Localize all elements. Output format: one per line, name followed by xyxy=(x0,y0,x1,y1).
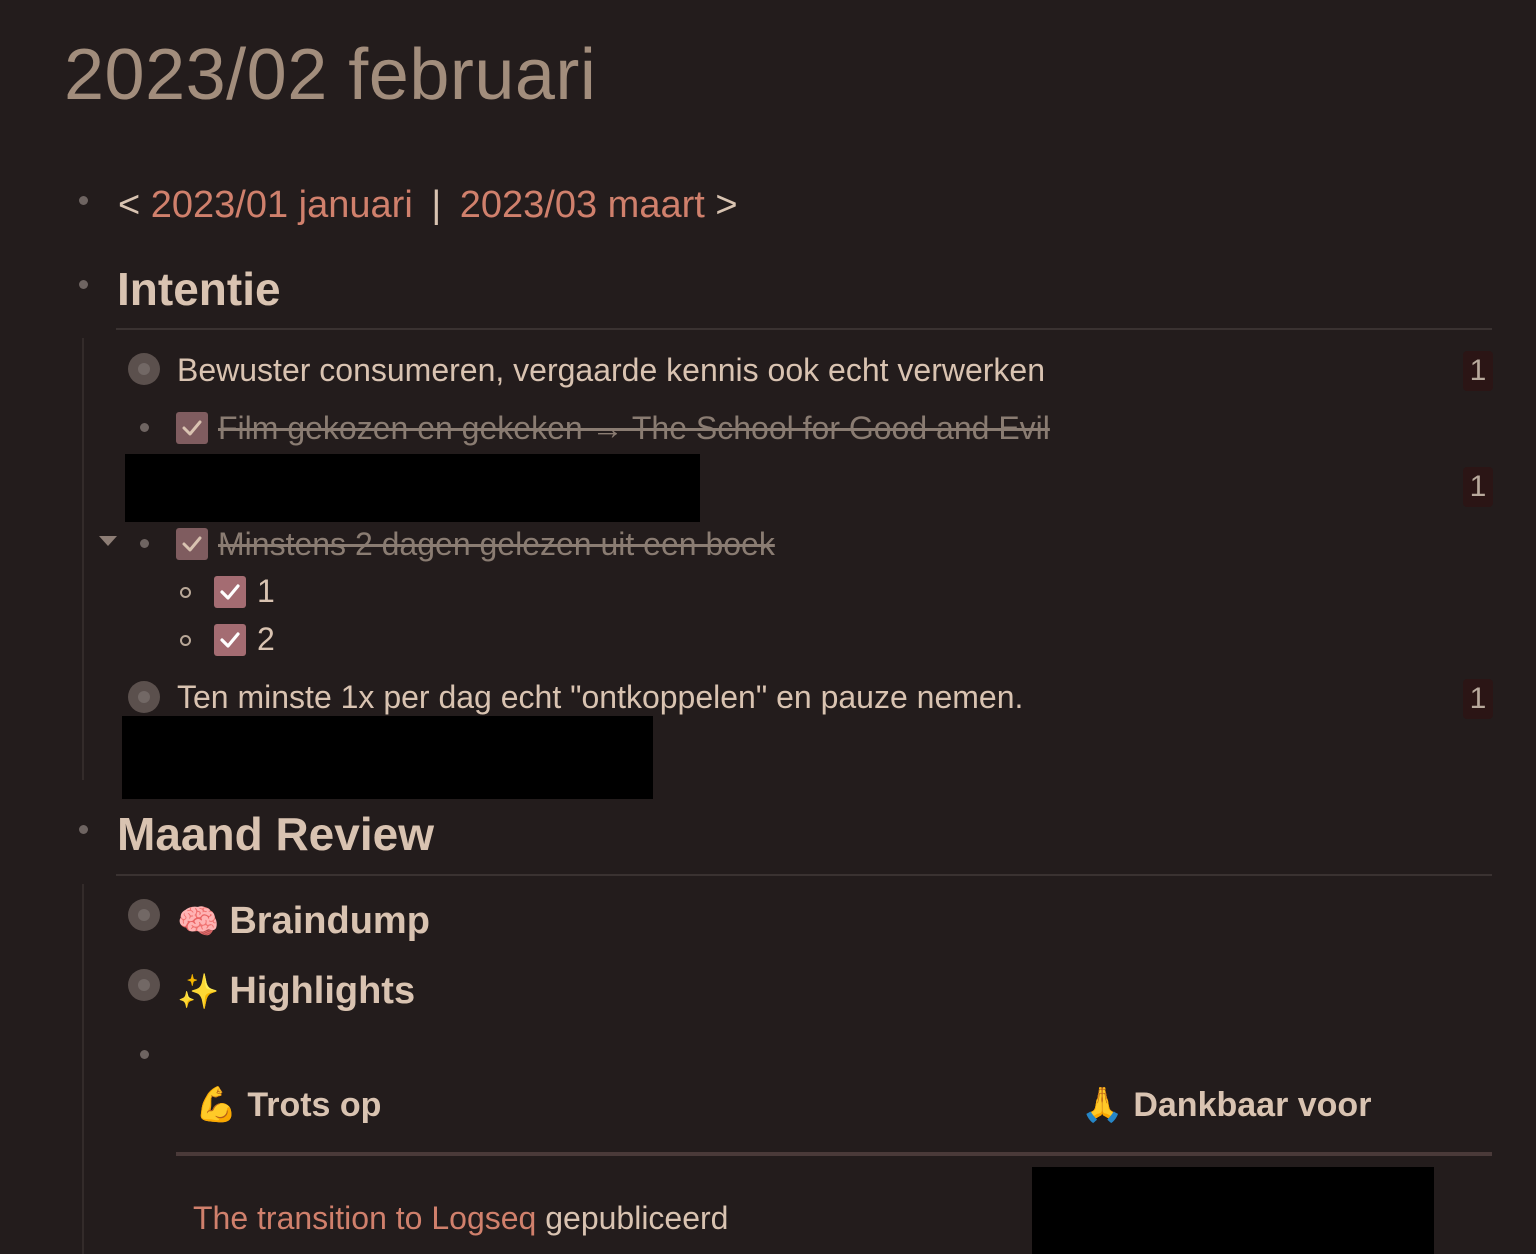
block-bullet[interactable] xyxy=(79,196,88,205)
children-guide-line[interactable] xyxy=(82,338,84,780)
block-bullet[interactable] xyxy=(140,1050,149,1059)
intentie-heading[interactable]: Intentie xyxy=(117,262,281,316)
nav-separator: | xyxy=(431,184,442,226)
highlights-label: Highlights xyxy=(229,970,416,1012)
checkmark-icon xyxy=(182,536,202,552)
children-guide-line[interactable] xyxy=(82,884,84,1254)
intentie-item-text[interactable]: Bewuster consumeren, vergaarde kennis oo… xyxy=(177,352,1045,389)
nav-suffix: > xyxy=(715,184,738,226)
redacted-content xyxy=(1032,1167,1434,1254)
done-task-text[interactable]: Film gekozen en gekeken → The School for… xyxy=(218,410,1050,447)
sparkles-icon: ✨ xyxy=(177,973,220,1011)
sub-bullet[interactable] xyxy=(180,635,191,646)
todo-checkbox[interactable] xyxy=(214,576,246,608)
subtask-text[interactable]: 1 xyxy=(257,573,275,610)
table-cell[interactable]: The transition to Logseq gepubliceerd xyxy=(193,1200,728,1237)
braindump-heading[interactable]: 🧠 Braindump xyxy=(177,900,430,943)
reference-count-badge[interactable]: 1 xyxy=(1463,467,1493,507)
nav-prefix: < xyxy=(118,184,141,226)
redacted-content xyxy=(122,716,653,799)
redacted-content xyxy=(125,454,700,522)
done-task-text[interactable]: Minstens 2 dagen gelezen uit een boek xyxy=(218,526,775,563)
subtask-text[interactable]: 2 xyxy=(257,621,275,658)
flexed-biceps-icon: 💪 xyxy=(195,1086,238,1124)
todo-checkbox[interactable] xyxy=(176,412,208,444)
checkmark-icon xyxy=(220,584,240,600)
block-bullet[interactable] xyxy=(140,539,149,548)
sub-bullet[interactable] xyxy=(180,587,191,598)
folded-hands-icon: 🙏 xyxy=(1081,1086,1124,1124)
heading-divider xyxy=(116,874,1492,876)
checkmark-icon xyxy=(182,420,202,436)
collapsed-bullet[interactable] xyxy=(128,899,160,931)
table-header-trots-op[interactable]: 💪 Trots op xyxy=(195,1085,381,1125)
reference-count-badge[interactable]: 1 xyxy=(1463,351,1493,391)
collapse-caret-icon[interactable] xyxy=(99,536,117,546)
review-heading[interactable]: Maand Review xyxy=(117,807,434,861)
collapsed-bullet[interactable] xyxy=(128,969,160,1001)
block-bullet[interactable] xyxy=(79,280,88,289)
page-title[interactable]: 2023/02 februari xyxy=(64,34,596,116)
page-link[interactable]: The transition to Logseq xyxy=(193,1200,536,1236)
todo-checkbox[interactable] xyxy=(214,624,246,656)
checkmark-icon xyxy=(220,632,240,648)
column-label: Trots op xyxy=(247,1086,382,1124)
block-bullet[interactable] xyxy=(140,423,149,432)
highlights-heading[interactable]: ✨ Highlights xyxy=(177,970,415,1013)
page: 2023/02 februari < 2023/01 januari | 202… xyxy=(0,0,1536,1254)
brain-icon: 🧠 xyxy=(177,903,220,941)
collapsed-bullet[interactable] xyxy=(128,353,160,385)
heading-divider xyxy=(116,328,1492,330)
next-month-link[interactable]: 2023/03 maart xyxy=(460,184,705,226)
intentie-item-text[interactable]: Ten minste 1x per dag echt "ontkoppelen"… xyxy=(177,679,1023,716)
month-navigation: < 2023/01 januari | 2023/03 maart > xyxy=(118,184,738,227)
collapsed-bullet[interactable] xyxy=(128,681,160,713)
block-bullet[interactable] xyxy=(79,825,88,834)
reference-count-badge[interactable]: 1 xyxy=(1463,679,1493,719)
table-header-divider xyxy=(176,1152,1492,1156)
todo-checkbox[interactable] xyxy=(176,528,208,560)
table-header-dankbaar-voor[interactable]: 🙏 Dankbaar voor xyxy=(1081,1085,1371,1125)
column-label: Dankbaar voor xyxy=(1133,1086,1372,1124)
cell-text: gepubliceerd xyxy=(536,1200,729,1236)
prev-month-link[interactable]: 2023/01 januari xyxy=(151,184,413,226)
braindump-label: Braindump xyxy=(229,900,430,942)
